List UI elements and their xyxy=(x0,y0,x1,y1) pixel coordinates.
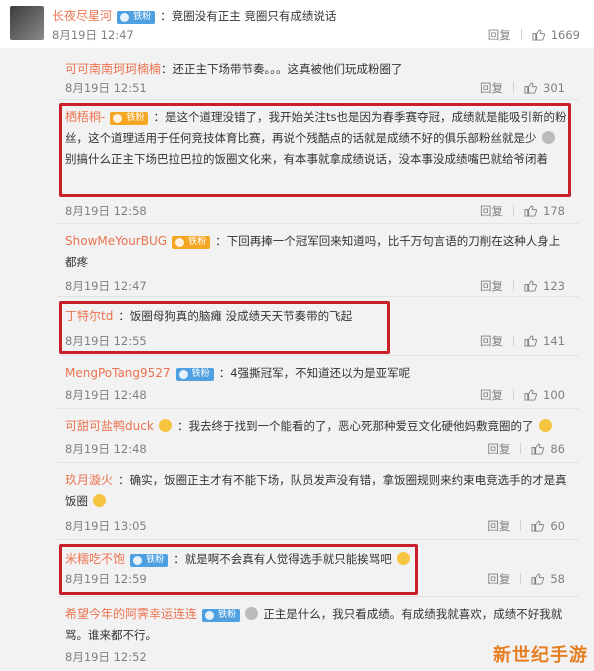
fan-badge: 铁粉 xyxy=(175,368,214,381)
thumbs-up-icon[interactable] xyxy=(524,205,538,217)
divider xyxy=(513,82,515,93)
reply-item: 丁特尔td ：饭圈母狗真的脑瘫 没成绩天天节奏带的飞起 8月19日 12:55 … xyxy=(57,297,579,356)
reply-user[interactable]: 可甜可盐鸭duck xyxy=(65,419,154,433)
reply-date: 8月19日 12:48 xyxy=(65,388,147,402)
reply-user[interactable]: ShowMeYourBUG xyxy=(65,234,167,248)
comment-date: 8月19日 12:47 xyxy=(52,28,134,42)
reply-user[interactable]: 玖月漩火 xyxy=(65,473,113,487)
emoji-icon xyxy=(245,607,259,620)
reply-button[interactable]: 回复 xyxy=(480,204,503,218)
like-count: 141 xyxy=(543,334,565,348)
reply-actions: 回复 58 xyxy=(487,571,565,587)
site-watermark: 新世纪手游 xyxy=(493,645,588,666)
reply-date: 8月19日 12:52 xyxy=(65,650,147,664)
reply-item: 可可南南珂珂楠楠：还正主下场带节奏。。。这真被他们玩成粉圈了 8月19日 12:… xyxy=(57,52,579,100)
divider xyxy=(520,520,522,531)
comment-user[interactable]: 长夜尽星河 xyxy=(52,9,112,23)
main-comment: 长夜尽星河 铁粉 ：竞圈没有正主 竞圈只有成绩说话 8月19日 12:47 回复… xyxy=(0,0,594,48)
like-count: 123 xyxy=(543,279,565,293)
emoji-icon xyxy=(396,552,410,565)
reply-actions: 回复 86 xyxy=(487,441,565,457)
fan-badge: 铁粉 xyxy=(130,554,169,567)
reply-button[interactable]: 回复 xyxy=(488,28,511,42)
reply-button[interactable]: 回复 xyxy=(487,442,510,456)
reply-text: ：4强撕冠军，不知道还以为是亚军呢 xyxy=(218,366,411,380)
emoji-icon xyxy=(158,419,172,432)
reply-text: ：饭圈母狗真的脑瘫 没成绩天天节奏带的飞起 xyxy=(118,309,353,323)
reply-date: 8月19日 12:59 xyxy=(65,572,147,586)
divider xyxy=(513,205,515,216)
fan-badge: 铁粉 xyxy=(110,112,149,125)
reply-date: 8月19日 12:48 xyxy=(65,442,147,456)
comment-text: ：竞圈没有正主 竞圈只有成绩说话 xyxy=(160,9,337,23)
reply-user[interactable]: 希望今年的阿霁幸运连连 xyxy=(65,607,197,621)
reply-text: ：就是啊不会真有人觉得选手就只能挨骂吧 xyxy=(173,552,392,566)
like-count: 100 xyxy=(543,388,565,402)
reply-text: ：我去终于找到一个能看的了，恶心死那种爱豆文化硬他妈敷竟圈的了 xyxy=(176,419,534,433)
divider xyxy=(513,280,515,291)
thumbs-up-icon[interactable] xyxy=(524,389,538,401)
divider xyxy=(513,335,515,346)
reply-item: 米糯吃不饱 铁粉 ：就是啊不会真有人觉得选手就只能挨骂吧 8月19日 12:59… xyxy=(57,540,579,597)
reply-user[interactable]: 丁特尔td xyxy=(65,309,113,323)
reply-item: 栖梧桐- 铁粉 ：是这个道理没错了，我开始关注ts也是因为春季赛夺冠，成绩就是能… xyxy=(57,100,579,224)
reply-date: 8月19日 12:51 xyxy=(65,81,147,95)
thumbs-up-icon[interactable] xyxy=(524,335,538,347)
reply-actions: 回复 301 xyxy=(480,80,565,96)
like-count: 1669 xyxy=(550,28,580,42)
emoji-icon xyxy=(541,131,555,144)
reply-actions: 回复 141 xyxy=(480,333,565,349)
reply-item: 玖月漩火 ：确实，饭圈正主才有不能下场，队员发声没有错，拿饭圈规则来约束电竞选手… xyxy=(57,463,579,540)
reply-user[interactable]: 栖梧桐- xyxy=(65,110,105,124)
fan-badge: 铁粉 xyxy=(202,609,241,622)
reply-user[interactable]: MengPoTang9527 xyxy=(65,366,171,380)
divider xyxy=(520,29,522,40)
thumbs-up-emoji-icon xyxy=(93,494,107,507)
reply-text: ：还正主下场带节奏。。。这真被他们玩成粉圈了 xyxy=(161,62,403,76)
thumbs-up-icon[interactable] xyxy=(524,280,538,292)
reply-button[interactable]: 回复 xyxy=(480,279,503,293)
divider xyxy=(513,389,515,400)
avatar[interactable] xyxy=(10,6,44,40)
reply-actions: 回复 60 xyxy=(487,518,565,534)
reply-text-continued: 别搞什么正主下场巴拉巴拉的饭圈文化来，有本事就拿成绩说话，没本事没成绩嘴巴就给爷… xyxy=(65,152,548,166)
like-count: 58 xyxy=(550,572,565,586)
reply-button[interactable]: 回复 xyxy=(487,519,510,533)
reply-item: 可甜可盐鸭duck ：我去终于找到一个能看的了，恶心死那种爱豆文化硬他妈敷竟圈的… xyxy=(57,409,579,463)
reply-item: ShowMeYourBUG 铁粉 ：下回再捧一个冠军回来知道吗，比千万句言语的刀… xyxy=(57,224,579,297)
thumbs-up-icon[interactable] xyxy=(531,443,545,455)
reply-actions: 回复 178 xyxy=(480,203,565,219)
fan-badge: 铁粉 xyxy=(172,236,211,249)
reply-item: MengPoTang9527 铁粉 ：4强撕冠军，不知道还以为是亚军呢 8月19… xyxy=(57,356,579,409)
reply-date: 8月19日 12:55 xyxy=(65,334,147,348)
reply-button[interactable]: 回复 xyxy=(487,572,510,586)
thumbs-up-icon[interactable] xyxy=(524,82,538,94)
reply-user[interactable]: 米糯吃不饱 xyxy=(65,552,125,566)
like-count: 301 xyxy=(543,81,565,95)
thumbs-up-icon[interactable] xyxy=(531,573,545,585)
reply-actions: 回复 123 xyxy=(480,278,565,294)
reply-button[interactable]: 回复 xyxy=(480,388,503,402)
reply-date: 8月19日 12:47 xyxy=(65,279,147,293)
like-count: 60 xyxy=(550,519,565,533)
reply-date: 8月19日 12:58 xyxy=(65,204,147,218)
fan-badge: 铁粉 xyxy=(117,11,156,24)
reply-date: 8月19日 13:05 xyxy=(65,519,147,533)
reply-actions: 回复 100 xyxy=(480,387,565,403)
thumbs-up-icon[interactable] xyxy=(532,29,545,41)
reply-button[interactable]: 回复 xyxy=(480,334,503,348)
like-count: 178 xyxy=(543,204,565,218)
main-comment-line: 长夜尽星河 铁粉 ：竞圈没有正主 竞圈只有成绩说话 xyxy=(52,5,336,24)
like-count: 86 xyxy=(550,442,565,456)
reply-text: ：确实，饭圈正主才有不能下场，队员发声没有错，拿饭圈规则来约束电竞选手的才是真饭… xyxy=(65,473,567,508)
thumbs-up-icon[interactable] xyxy=(531,520,545,532)
emoji-icon xyxy=(538,419,552,432)
divider xyxy=(520,443,522,454)
comment-actions: 回复 1669 xyxy=(488,27,580,43)
reply-user[interactable]: 可可南南珂珂楠楠 xyxy=(65,62,161,76)
reply-button[interactable]: 回复 xyxy=(480,81,503,95)
divider xyxy=(520,573,522,584)
